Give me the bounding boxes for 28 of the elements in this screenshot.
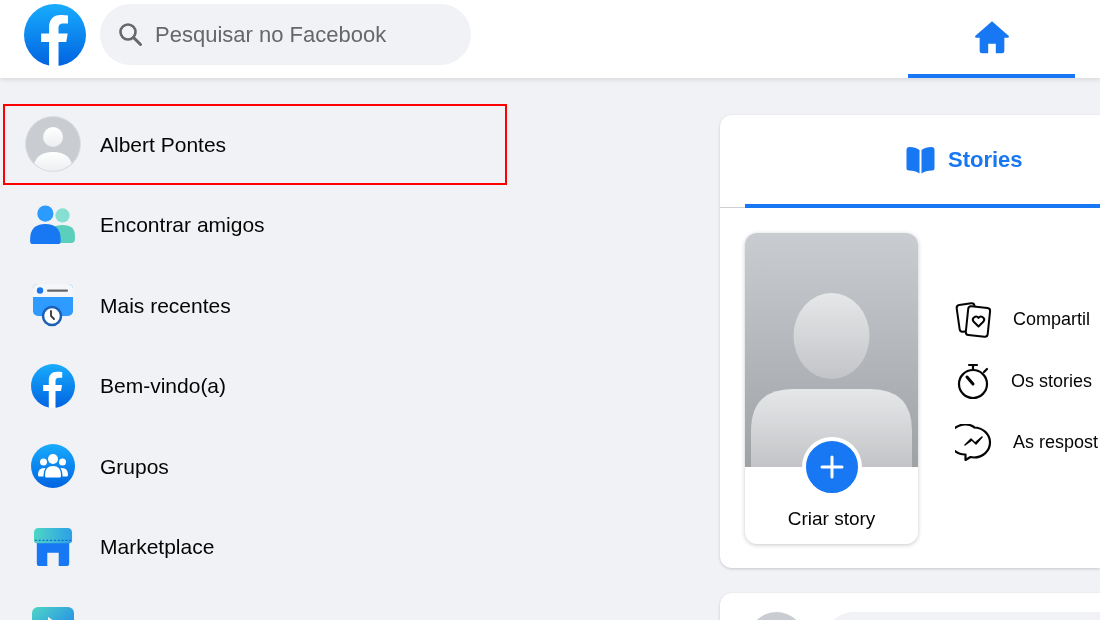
search-icon <box>118 22 143 47</box>
create-story-label: Criar story <box>787 508 876 529</box>
stopwatch-icon <box>955 362 991 401</box>
book-icon <box>905 145 936 174</box>
home-icon <box>972 19 1011 55</box>
sidebar-item[interactable]: Mais recentes <box>3 265 507 346</box>
logo-icon <box>31 363 75 408</box>
stories-tab[interactable]: Stories <box>745 115 1100 208</box>
sidebar-item[interactable]: Encontrar amigos <box>3 184 507 265</box>
sidebar-item[interactable]: Marketplace <box>3 506 507 587</box>
tip-text: As respost <box>1013 431 1099 455</box>
plus-icon <box>819 455 844 479</box>
people-icon <box>29 204 77 245</box>
tip-text: Compartil <box>1013 308 1091 332</box>
search-field[interactable]: Pesquisar no Facebook <box>100 4 471 65</box>
sidebar-item[interactable]: Bem-vindo(a) <box>3 345 507 426</box>
cards-heart-icon <box>955 299 993 340</box>
group-icon <box>31 444 75 489</box>
play-icon <box>31 607 75 620</box>
logo-icon <box>24 4 86 66</box>
sidebar-item[interactable]: Grupos <box>3 426 507 507</box>
avatar-icon <box>25 116 81 173</box>
store-icon <box>32 526 74 567</box>
tip-text: Os stories <box>1011 369 1093 393</box>
profile-link[interactable]: Albert Pontes <box>3 104 507 185</box>
create-story-card[interactable]: Criar story <box>745 233 918 544</box>
feed-clock-icon <box>32 283 74 328</box>
chat-bubble-icon <box>955 423 993 462</box>
